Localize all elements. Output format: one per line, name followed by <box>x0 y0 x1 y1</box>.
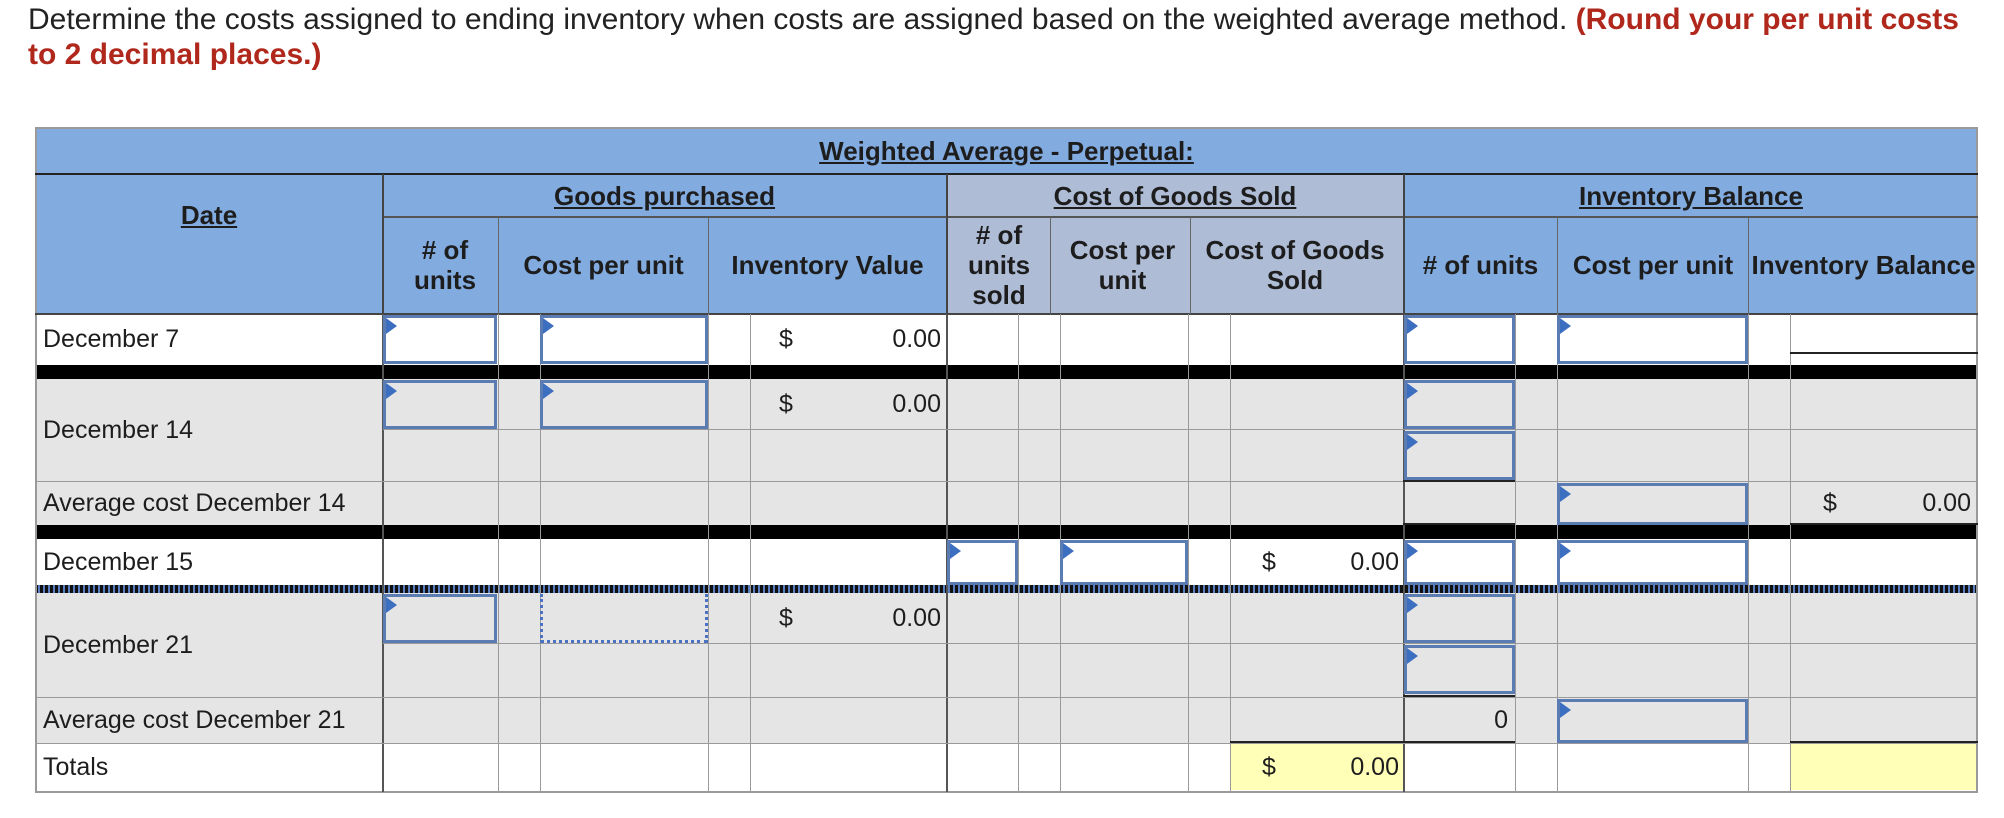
grid-line <box>1748 314 1749 792</box>
dec7-balance-units-input[interactable] <box>1404 315 1515 364</box>
row-label-avg21: Average cost December 21 <box>43 705 346 734</box>
dec15-cogs-cost-per-unit-input[interactable] <box>1060 540 1188 585</box>
grid-line <box>1515 314 1516 792</box>
input-marker-icon <box>1407 383 1418 399</box>
dec14-inventory-value: 0.00 <box>892 389 941 418</box>
grid-line <box>750 314 751 792</box>
dec15-cogs-value: 0.00 <box>1350 547 1399 576</box>
dec21-purchase-cost-per-unit-input[interactable] <box>540 594 708 643</box>
grid-line <box>383 643 1978 644</box>
row-label-dec7: December 7 <box>43 325 180 353</box>
ib-inventory-balance-header: Inventory Balance <box>1751 250 1976 280</box>
date-column-header: Date <box>180 200 238 230</box>
separator-bar-2 <box>35 525 1978 539</box>
row-label-avg14: Average cost December 14 <box>43 488 346 517</box>
grid-line <box>1188 314 1189 792</box>
dec7-purchase-cost-per-unit-input[interactable] <box>540 315 708 364</box>
grid-line <box>1230 314 1231 792</box>
cogs-cost-of-goods-sold-header: Cost of Goods Sold <box>1205 235 1385 295</box>
dec14-purchase-units-input[interactable] <box>383 380 497 429</box>
dec15-cogs-currency: $ <box>1262 547 1276 576</box>
grid-line <box>1050 217 1051 314</box>
dec15-units-sold-input[interactable] <box>947 540 1018 585</box>
dec7-balance-cost-per-unit-input[interactable] <box>1557 315 1748 364</box>
dec7-purchase-units-input[interactable] <box>383 315 497 364</box>
cost-of-goods-sold-header: Cost of Goods Sold <box>1053 180 1297 211</box>
separator-bar-1 <box>35 365 1978 379</box>
input-marker-icon <box>386 318 397 334</box>
input-marker-icon <box>543 383 554 399</box>
input-marker-icon <box>1560 543 1571 559</box>
input-marker-icon <box>1063 543 1074 559</box>
inventory-balance-header: Inventory Balance <box>1579 180 1803 211</box>
input-marker-icon <box>543 318 554 334</box>
row-label-dec14: December 14 <box>43 415 194 444</box>
ib-cost-per-unit-header: Cost per unit <box>1572 250 1734 280</box>
dec7-inventory-value-currency: $ <box>779 325 793 353</box>
grid-line <box>383 216 1978 218</box>
input-marker-icon <box>1407 597 1418 613</box>
cogs-cost-per-unit-header: Cost per unit <box>1069 235 1176 295</box>
avg14-inventory-balance: 0.00 <box>1922 488 1971 517</box>
dec21-balance-units-input-1[interactable] <box>1404 594 1515 643</box>
dec14-balance-units-input-1[interactable] <box>1404 380 1515 429</box>
dec21-inventory-value-currency: $ <box>779 603 793 632</box>
input-marker-icon <box>1560 486 1571 502</box>
grid-line <box>498 314 499 792</box>
grid-line <box>1790 741 1978 743</box>
grid-line <box>383 429 1978 430</box>
totals-cogs-value: 0.00 <box>1350 752 1399 781</box>
row-label-dec15: December 15 <box>43 547 194 576</box>
dec21-balance-units-input-2[interactable] <box>1404 645 1515 694</box>
input-marker-icon <box>1407 434 1418 450</box>
weighted-average-worksheet: Weighted Average - Perpetual: Goods purc… <box>35 127 1978 793</box>
input-marker-icon <box>1407 318 1418 334</box>
grid-line <box>35 743 1978 744</box>
dec7-inventory-value: 0.00 <box>892 325 941 353</box>
row-totals-bg <box>35 743 1978 791</box>
input-marker-icon <box>386 597 397 613</box>
grid-line <box>35 791 1978 793</box>
dec14-inventory-value-currency: $ <box>779 389 793 418</box>
cogs-units-sold-header: # of units sold <box>967 220 1031 310</box>
dec21-inventory-value: 0.00 <box>892 603 941 632</box>
ib-units-header: # of units <box>1422 250 1539 280</box>
input-marker-icon <box>950 543 961 559</box>
totals-inventory-balance-highlight <box>1790 744 1978 790</box>
grid-line <box>1403 523 1515 525</box>
gp-units-header: # of units <box>413 235 477 295</box>
dec15-balance-cost-per-unit-input[interactable] <box>1557 540 1748 585</box>
grid-line <box>1790 314 1791 792</box>
gp-cost-per-unit-header: Cost per unit <box>523 250 684 280</box>
avg21-balance-units: 0 <box>1494 705 1508 734</box>
table-title: Weighted Average - Perpetual: <box>819 136 1194 166</box>
input-marker-icon <box>1407 648 1418 664</box>
separator-dotted <box>35 585 1978 593</box>
totals-cogs-currency: $ <box>1262 752 1276 781</box>
instruction-text: Determine the costs assigned to ending i… <box>28 2 1988 72</box>
avg14-cost-per-unit-input[interactable] <box>1557 483 1748 525</box>
row-dec21-bg <box>35 593 1978 697</box>
input-marker-icon <box>1407 543 1418 559</box>
grid-line <box>708 314 709 792</box>
grid-line <box>1190 217 1191 314</box>
input-marker-icon <box>1560 702 1571 718</box>
dec15-balance-units-input[interactable] <box>1404 540 1515 585</box>
dec14-purchase-cost-per-unit-input[interactable] <box>540 380 708 429</box>
dec14-balance-units-input-2[interactable] <box>1404 431 1515 480</box>
grid-line <box>1018 314 1019 792</box>
avg21-cost-per-unit-input[interactable] <box>1557 699 1748 743</box>
grid-line <box>1403 480 1515 482</box>
goods-purchased-header: Goods purchased <box>553 180 776 211</box>
gp-inventory-value-header: Inventory Value <box>731 250 924 280</box>
row-label-dec21: December 21 <box>43 630 194 659</box>
instruction-main: Determine the costs assigned to ending i… <box>28 3 1568 36</box>
input-marker-icon <box>1560 318 1571 334</box>
input-marker-icon <box>386 383 397 399</box>
dec21-purchase-units-input[interactable] <box>383 594 497 643</box>
row-label-totals: Totals <box>43 752 109 781</box>
grid-line <box>1790 352 1978 354</box>
